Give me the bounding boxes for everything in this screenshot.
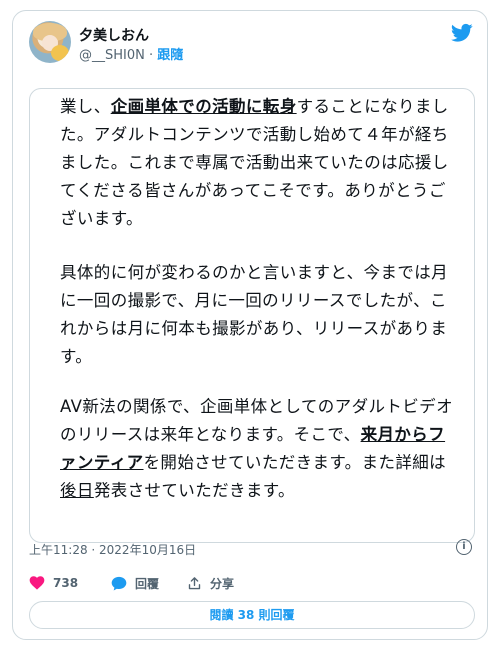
author-handle-row: @__SHI0N · 跟隨 <box>79 44 183 63</box>
tweet-card[interactable]: 夕美しおん @__SHI0N · 跟隨 業し、企画単体での活動に転身することにな… <box>12 10 488 640</box>
follow-button[interactable]: 跟隨 <box>157 48 183 63</box>
reply-label: 回覆 <box>135 577 160 591</box>
underlined-text: 後日 <box>60 481 94 500</box>
twitter-bird-icon[interactable] <box>451 23 473 43</box>
post-paragraph-2: 具体的に何が変わるのかと言いますと、今までは月に一回の撮影で、月に一回のリリース… <box>60 259 460 371</box>
post-text-segment: を開始させていただきます。また詳細は <box>143 453 447 472</box>
handle-separator: · <box>149 48 154 63</box>
post-text-segment: 具体的に何が変わるのかと言いますと、今までは月に一回の撮影で、月に一回のリリース… <box>60 263 449 366</box>
post-paragraph-1: 業し、企画単体での活動に転身することになりました。アダルトコンテンツで活動し始め… <box>60 93 460 233</box>
avatar[interactable] <box>29 21 71 63</box>
share-icon <box>188 577 201 590</box>
share-button[interactable]: 分享 <box>187 575 234 592</box>
post-text-segment: 発表させていただきます。 <box>93 481 295 500</box>
speech-bubble-icon <box>111 576 127 591</box>
highlighted-text: 企画単体での活動に転身 <box>110 97 297 116</box>
reply-button[interactable]: 回覆 <box>111 575 159 592</box>
author-display-name[interactable]: 夕美しおん <box>79 25 149 45</box>
info-icon[interactable]: i <box>456 539 472 555</box>
like-count: 738 <box>53 575 79 590</box>
share-label: 分享 <box>210 577 235 591</box>
avatar-plush <box>51 45 69 61</box>
read-replies-button[interactable]: 閱讀 38 則回覆 <box>29 601 475 629</box>
author-handle[interactable]: @__SHI0N <box>79 48 145 63</box>
post-text-segment: 業し、 <box>60 97 111 116</box>
post-timestamp[interactable]: 上午11:28 · 2022年10月16日 <box>29 541 196 558</box>
post-paragraph-3: AV新法の関係で、企画単体としてのアダルトビデオのリリースは来年となります。そこ… <box>60 393 460 505</box>
post-text-segment: することになりました。アダルトコンテンツで活動し始めて４年が経ちました。これまで… <box>60 97 449 228</box>
post-text-box: 業し、企画単体での活動に転身することになりました。アダルトコンテンツで活動し始め… <box>29 88 475 543</box>
heart-icon <box>29 576 45 590</box>
like-button[interactable]: 738 <box>29 575 78 590</box>
